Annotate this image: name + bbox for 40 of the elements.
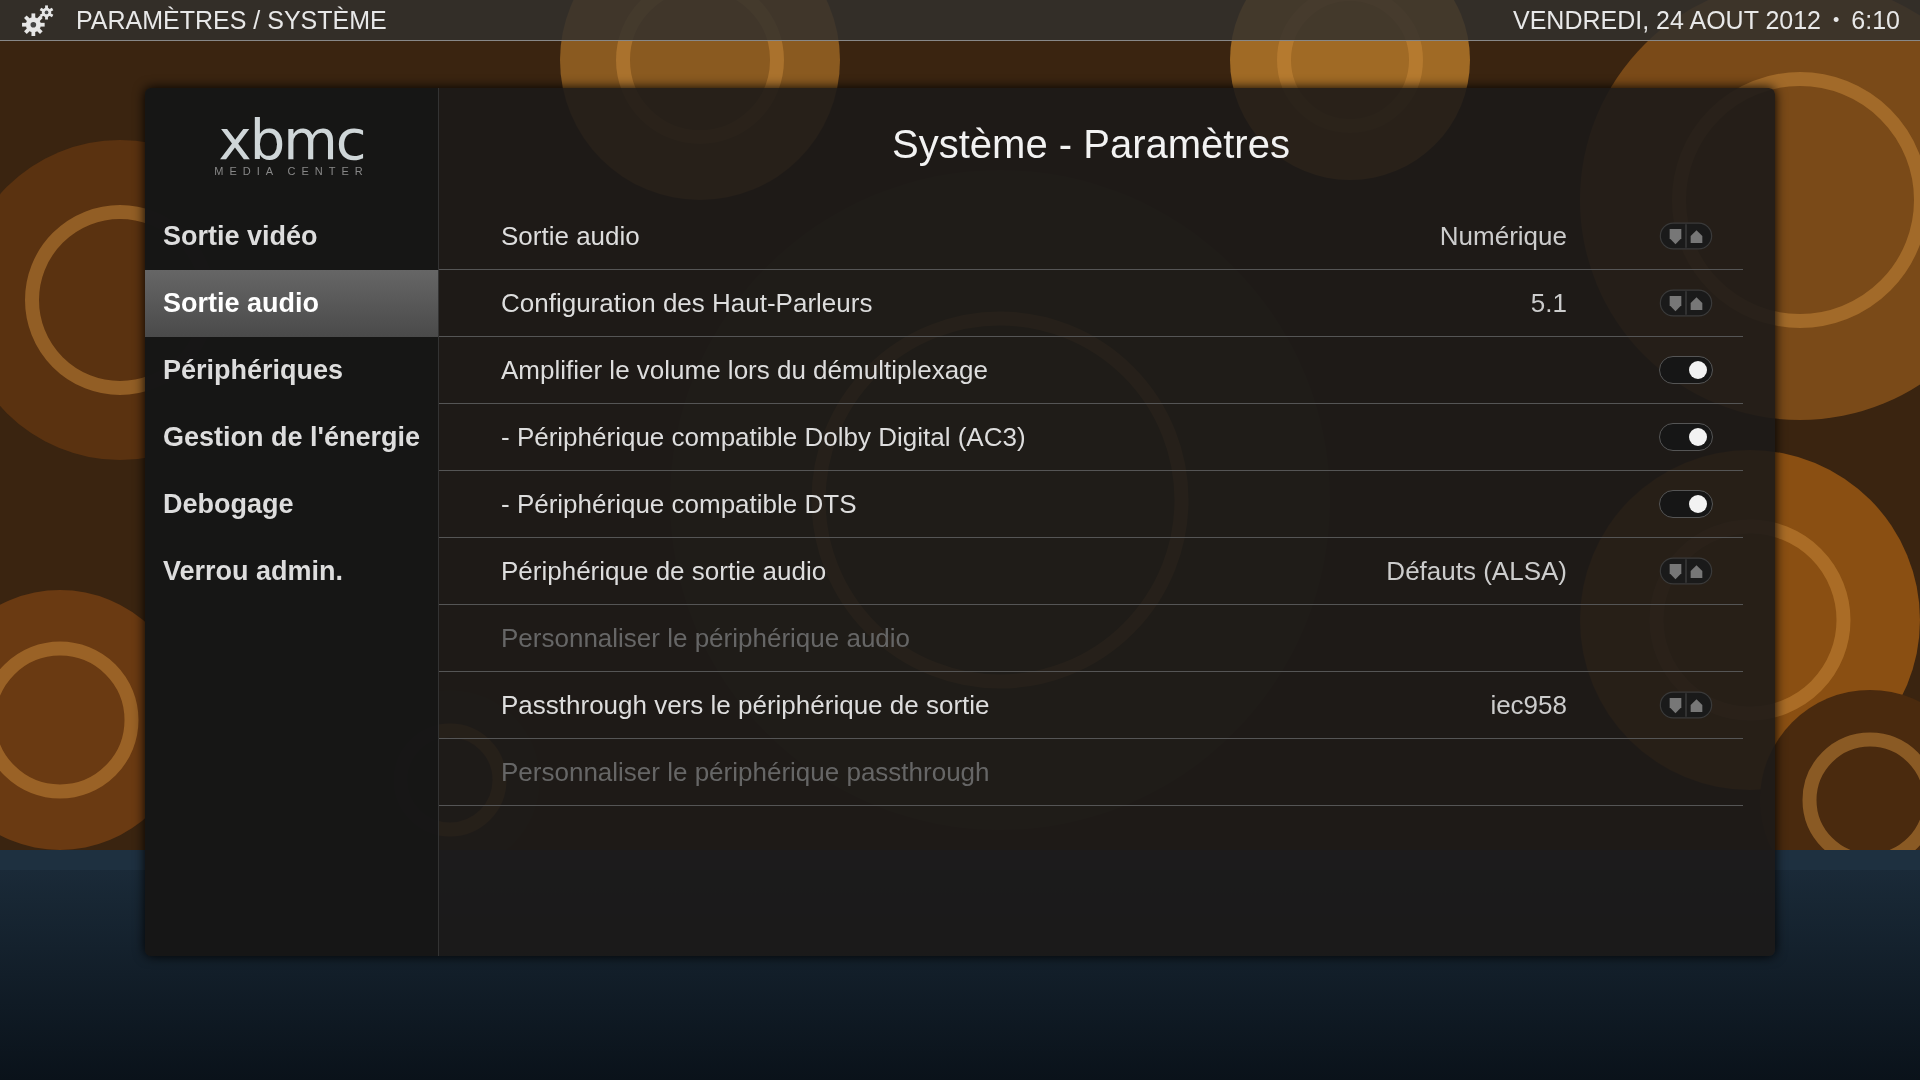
setting-label: Configuration des Haut-Parleurs [501,287,874,319]
setting-row[interactable]: Périphérique de sortie audio Défauts (ALSA) [439,538,1743,605]
toggle-switch[interactable] [1659,490,1713,518]
setting-value: iec958 [1490,689,1567,721]
spinner-arrows-icon[interactable] [1659,557,1713,585]
spinner-arrows-icon[interactable] [1659,289,1713,317]
setting-value: 5.1 [1530,287,1567,319]
setting-row[interactable]: Configuration des Haut-Parleurs 5.1 [439,270,1743,337]
toggle-switch[interactable] [1659,423,1713,451]
panel-title: Système - Paramètres [891,121,1291,168]
clock-time: 6:10 [1851,5,1900,35]
sidebar-item[interactable]: Verrou admin. [145,538,438,605]
setting-label: - Périphérique compatible DTS [501,488,858,520]
setting-label: Personnaliser le périphérique passthrough [501,756,991,788]
setting-row[interactable]: Amplifier le volume lors du démultiplexage [439,337,1743,404]
sidebar-item[interactable]: Debogage [145,471,438,538]
setting-label: Personnaliser le périphérique audio [501,622,912,654]
setting-label: Sortie audio [501,220,641,252]
sidebar-item[interactable]: Périphériques [145,337,438,404]
separator-dot: • [1833,9,1840,31]
sidebar-item[interactable]: Sortie vidéo [145,203,438,270]
date-label: VENDREDI, 24 AOUT 2012 [1513,5,1821,35]
setting-value: Défauts (ALSA) [1386,555,1567,587]
breadcrumb-title: PARAMÈTRES / SYSTÈME [76,5,387,35]
spinner-arrows-icon[interactable] [1659,691,1713,719]
setting-row[interactable]: - Périphérique compatible DTS [439,471,1743,538]
setting-label: Amplifier le volume lors du démultiplexage [501,354,989,386]
setting-row[interactable]: Sortie audio Numérique [439,203,1743,270]
logo-wordmark: xbmc [218,114,365,165]
setting-label: Périphérique de sortie audio [501,555,828,587]
spinner-arrows-icon[interactable] [1659,222,1713,250]
toggle-switch[interactable] [1659,356,1713,384]
setting-label: - Périphérique compatible Dolby Digital (AC3) [501,421,1027,453]
logo-tagline: MEDIA CENTER [214,164,369,177]
sidebar-item[interactable]: Sortie audio [145,270,438,337]
setting-label: Passthrough vers le périphérique de sortie [501,689,991,721]
setting-row[interactable]: Passthrough vers le périphérique de sortie iec958 [439,672,1743,739]
setting-row[interactable]: - Périphérique compatible Dolby Digital (AC3) [439,404,1743,471]
sidebar-item[interactable]: Gestion de l'énergie [145,404,438,471]
setting-value: Numérique [1439,220,1567,252]
